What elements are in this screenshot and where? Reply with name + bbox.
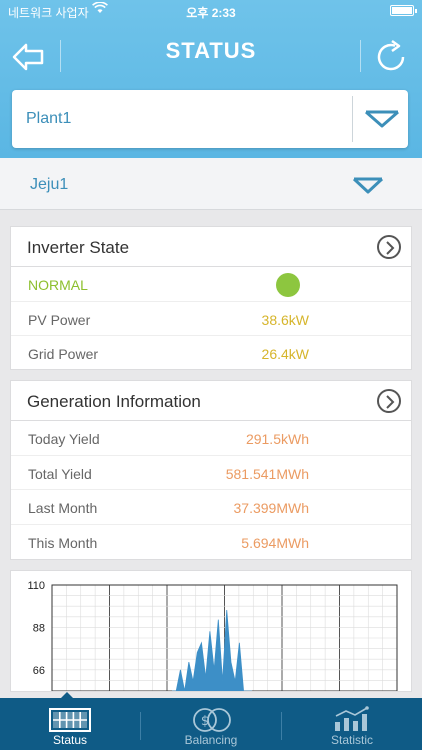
- chevron-down-icon: [352, 177, 384, 194]
- total-yield-row: Total Yield 581.541MWh: [11, 456, 411, 490]
- total-yield-label: Total Yield: [28, 465, 92, 482]
- generation-info-card: Generation Information Today Yield 291.5…: [10, 380, 412, 560]
- tab-status-label: Status: [52, 733, 88, 747]
- header: 네트워크 사업자 오후 2:33 STATUS Plant1: [0, 0, 422, 158]
- tab-balancing[interactable]: $ Balancing: [141, 698, 281, 750]
- chevron-right-icon[interactable]: [377, 389, 401, 413]
- chart-icon: [335, 706, 369, 731]
- generation-chart-card: 110 88 66: [10, 570, 412, 692]
- this-month-value: 5.694MWh: [241, 534, 309, 551]
- clock: 오후 2:33: [186, 6, 236, 20]
- generation-area-series: [172, 610, 252, 691]
- today-yield-label: Today Yield: [28, 431, 100, 447]
- grid-power-row: Grid Power 26.4kW: [11, 336, 411, 371]
- last-month-row: Last Month 37.399MWh: [11, 490, 411, 525]
- tab-bar: Status $ Balancing Statistic: [0, 692, 422, 750]
- y-tick-label: 66: [33, 665, 45, 677]
- total-yield-value: 581.541MWh: [225, 465, 309, 482]
- tab-status[interactable]: Status: [0, 698, 140, 750]
- today-yield-value: 291.5kWh: [245, 431, 309, 447]
- today-yield-row: Today Yield 291.5kWh: [11, 421, 411, 456]
- chevron-down-icon: [365, 110, 399, 128]
- inverter-status-row: NORMAL: [11, 267, 411, 302]
- tab-balancing-label: Balancing: [184, 733, 238, 747]
- last-month-label: Last Month: [28, 500, 98, 516]
- inverter-state-title: Inverter State: [27, 238, 130, 257]
- pv-power-label: PV Power: [28, 311, 91, 328]
- status-bar: 네트워크 사업자 오후 2:33: [0, 0, 422, 22]
- grid-power-label: Grid Power: [28, 346, 99, 362]
- divider: [360, 40, 361, 72]
- grid-power-value: 26.4kW: [261, 346, 309, 362]
- plant-dropdown[interactable]: Plant1: [12, 90, 408, 148]
- chevron-right-icon[interactable]: [377, 235, 401, 259]
- generation-info-header[interactable]: Generation Information: [11, 381, 411, 421]
- divider: [352, 96, 353, 142]
- tab-statistic-label: Statistic: [330, 733, 373, 747]
- svg-text:$: $: [201, 714, 209, 729]
- solar-panel-icon: [49, 708, 91, 732]
- plant-dropdown-value: Plant1: [26, 110, 72, 127]
- site-dropdown-value: Jeju1: [30, 176, 69, 193]
- refresh-icon: [377, 39, 405, 71]
- tab-statistic[interactable]: Statistic: [282, 698, 422, 750]
- battery-icon: [390, 5, 417, 16]
- this-month-label: This Month: [28, 534, 98, 551]
- refresh-button[interactable]: [370, 36, 412, 78]
- last-month-value: 37.399MWh: [233, 500, 309, 516]
- page-title: STATUS: [165, 38, 257, 63]
- status-indicator-dot: [276, 273, 300, 297]
- generation-info-title: Generation Information: [27, 392, 201, 411]
- inverter-status-label: NORMAL: [28, 277, 88, 293]
- inverter-state-card: Inverter State NORMAL PV Power 38.6kW Gr…: [10, 226, 412, 370]
- pv-power-value: 38.6kW: [261, 311, 309, 328]
- site-dropdown[interactable]: Jeju1: [0, 158, 422, 210]
- coins-icon: $: [193, 708, 231, 732]
- generation-chart: 110 88 66: [27, 580, 398, 691]
- inverter-state-header[interactable]: Inverter State: [11, 227, 411, 267]
- y-tick-label: 110: [27, 580, 45, 592]
- this-month-row: This Month 5.694MWh: [11, 525, 411, 560]
- pv-power-row: PV Power 38.6kW: [11, 302, 411, 336]
- y-tick-label: 88: [33, 622, 45, 634]
